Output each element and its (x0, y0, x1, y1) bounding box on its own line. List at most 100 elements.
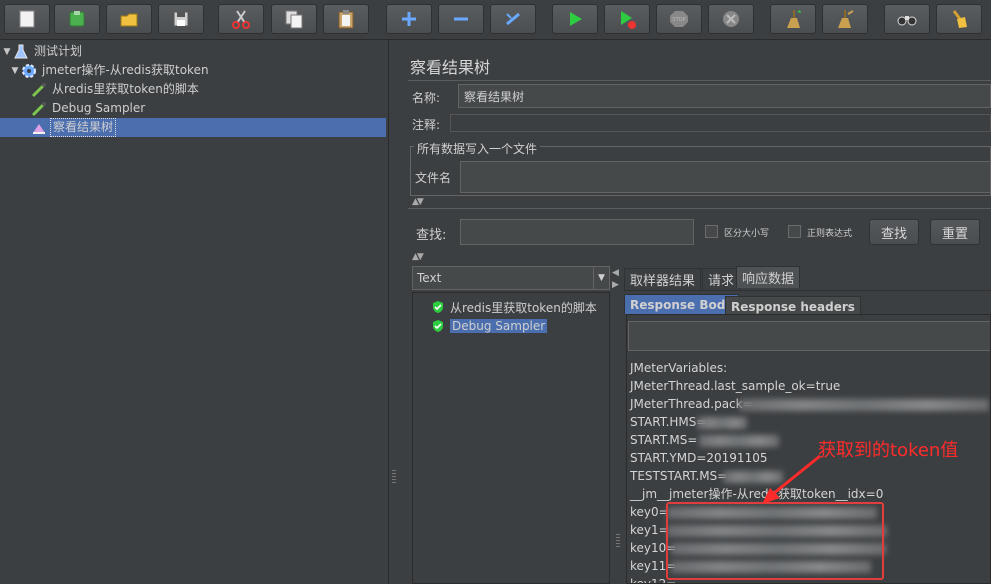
results-splitter[interactable]: ◀ ▶ (610, 266, 624, 584)
templates-icon (69, 11, 85, 27)
panel-splitter[interactable] (388, 40, 398, 584)
start-no-pause-button[interactable] (604, 4, 650, 34)
shutdown-button[interactable] (708, 4, 754, 34)
panel-title: 察看结果树 (410, 58, 491, 77)
tree-item-label: Debug Sampler (52, 101, 146, 115)
response-line: JMeterThread.last_sample_ok=true (630, 379, 841, 393)
expand-button[interactable] (386, 4, 432, 34)
collapse-arrows-icon[interactable]: ▲▼ (412, 252, 424, 262)
open-button[interactable] (106, 4, 152, 34)
tree-item-label: 测试计划 (34, 44, 83, 58)
response-line: START.HMS= (630, 415, 707, 429)
tree-item-label: 从redis里获取token的脚本 (52, 82, 199, 96)
save-button[interactable] (158, 4, 204, 34)
response-line: key1= (630, 523, 669, 537)
success-shield-icon (433, 301, 443, 313)
tab-response-data[interactable]: 响应数据 (736, 266, 801, 288)
redacted-value (697, 417, 747, 429)
divider (408, 80, 991, 81)
test-plan-tree: ▼ 测试计划 ▼ jmeter操作-从redis获取token 从redis里获… (0, 40, 388, 584)
stop-button[interactable]: STOP (656, 4, 702, 34)
copy-icon (285, 10, 303, 29)
annotation-label: 获取到的token值 (818, 440, 959, 461)
templates-button[interactable] (54, 4, 100, 34)
name-field[interactable] (458, 84, 991, 108)
toolbar: STOP (0, 0, 991, 40)
cut-icon (232, 10, 250, 29)
comment-label: 注释: (412, 118, 441, 132)
start-no-pause-icon (621, 11, 636, 29)
response-line: __jm__jmeter操作-从redis获取token__idx=0 (630, 487, 884, 501)
tree-item-thread-group[interactable]: ▼ jmeter操作-从redis获取token (10, 61, 211, 80)
pipette-icon (30, 100, 48, 118)
splitter-grip[interactable] (616, 534, 620, 548)
cut-button[interactable] (218, 4, 264, 34)
search-button-toolbar[interactable] (884, 4, 930, 34)
new-button[interactable] (4, 4, 50, 34)
tree-item-redis-script[interactable]: 从redis里获取token的脚本 (30, 80, 201, 99)
expand-icon (402, 12, 416, 26)
paste-icon (338, 10, 354, 29)
name-label: 名称: (412, 91, 441, 105)
toggle-icon (506, 12, 520, 26)
chevron-right-icon[interactable]: ▶ (612, 280, 619, 290)
tree-item-label: 察看结果树 (50, 118, 117, 137)
tab-sampler-result[interactable]: 取样器结果 (624, 268, 702, 290)
save-icon (173, 11, 189, 27)
tab-request[interactable]: 请求 (702, 268, 741, 290)
collapse-icon (454, 17, 468, 21)
case-sensitive-label: 区分大小写 (724, 229, 770, 239)
pipette-icon (30, 81, 48, 99)
reset-button[interactable]: 重置 (930, 219, 980, 245)
copy-button[interactable] (271, 4, 317, 34)
clear-all-icon (838, 10, 854, 28)
chevron-down-icon[interactable]: ▼ (593, 267, 609, 289)
binoculars-icon (897, 16, 917, 26)
comment-field[interactable] (450, 114, 991, 132)
tab-response-headers[interactable]: Response headers (725, 296, 861, 316)
write-file-legend: 所有数据写入一个文件 (414, 140, 541, 157)
paste-button[interactable] (323, 4, 369, 34)
splitter-grip[interactable] (392, 470, 396, 484)
shutdown-icon (723, 11, 739, 27)
token-highlight-box (666, 502, 884, 580)
tree-item-test-plan[interactable]: ▼ 测试计划 (2, 42, 84, 61)
tree-item-debug-sampler[interactable]: Debug Sampler (30, 99, 147, 118)
flask-icon (12, 43, 30, 61)
tree-item-view-results-tree[interactable]: 察看结果树 (0, 118, 386, 137)
reset-search-button[interactable] (936, 4, 982, 34)
expand-arrow-icon[interactable]: ▼ (2, 47, 12, 57)
redacted-value (739, 399, 989, 411)
chevron-left-icon[interactable]: ◀ (612, 268, 619, 278)
collapse-arrows-icon[interactable]: ▲▼ (412, 197, 424, 207)
stop-icon: STOP (670, 11, 688, 27)
regex-label: 正则表达式 (807, 229, 853, 239)
collapse-button[interactable] (438, 4, 484, 34)
expand-arrow-icon[interactable]: ▼ (10, 66, 20, 76)
clear-button[interactable] (770, 4, 816, 34)
tab-response-body[interactable]: Response Body (624, 294, 740, 314)
search-field[interactable] (460, 219, 694, 245)
search-button[interactable]: 查找 (869, 219, 919, 245)
toggle-button[interactable] (490, 4, 536, 34)
svg-text:STOP: STOP (672, 17, 685, 23)
case-sensitive-checkbox[interactable] (705, 225, 718, 238)
divider (408, 208, 991, 209)
clear-all-button[interactable] (822, 4, 868, 34)
sample-label: 从redis里获取token的脚本 (450, 300, 597, 315)
clear-icon (787, 10, 801, 28)
start-button[interactable] (552, 4, 598, 34)
listener-icon (30, 119, 48, 137)
renderer-select[interactable]: Text ▼ (412, 266, 610, 290)
response-line: START.MS= (630, 433, 698, 447)
filename-field[interactable] (460, 161, 991, 193)
tree-item-label: jmeter操作-从redis获取token (42, 63, 209, 77)
sample-label: Debug Sampler (450, 319, 548, 333)
response-search-field[interactable] (628, 321, 990, 351)
broom-icon (952, 10, 967, 28)
sample-item-selected[interactable]: Debug Sampler (431, 317, 548, 335)
new-icon (19, 10, 35, 28)
gear-icon (20, 62, 38, 80)
regex-checkbox[interactable] (788, 225, 801, 238)
sample-item[interactable]: 从redis里获取token的脚本 (431, 298, 597, 316)
